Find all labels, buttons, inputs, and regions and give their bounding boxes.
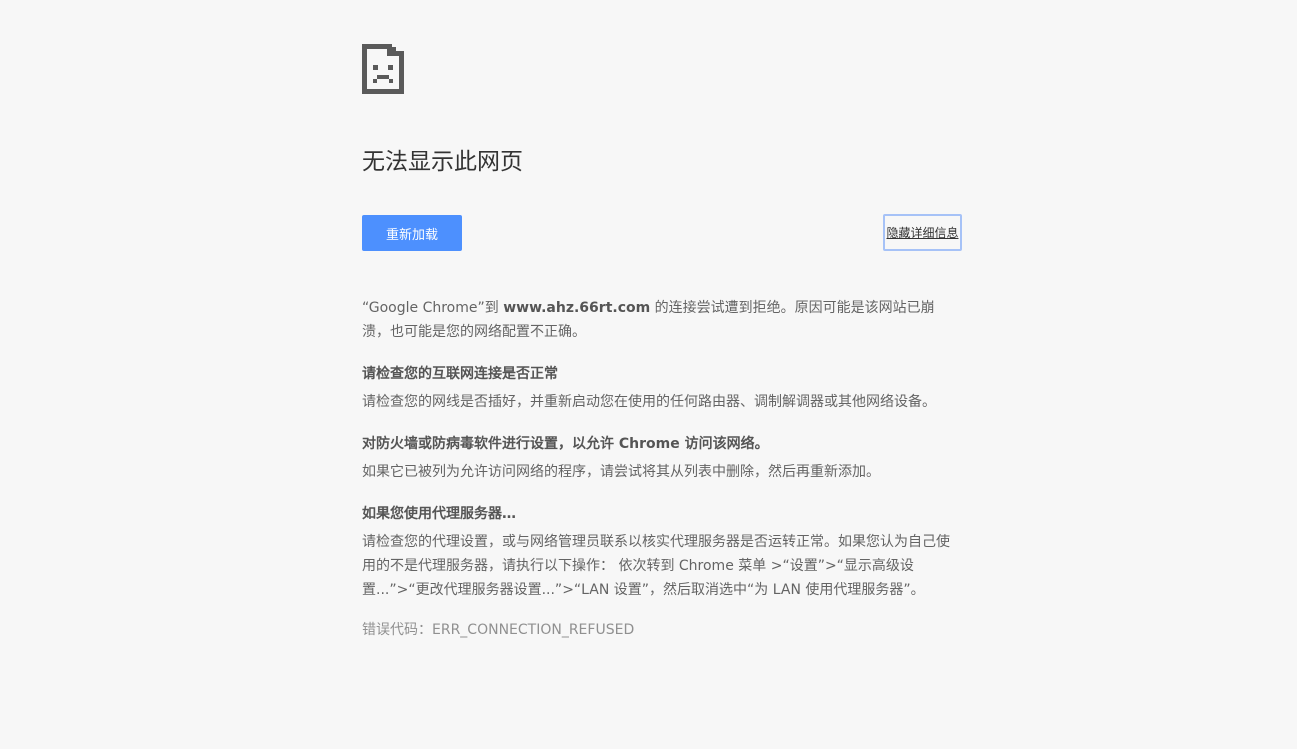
hide-details-button[interactable]: 隐藏详细信息 — [883, 214, 962, 251]
summary-host: www.ahz.66rt.com — [503, 300, 651, 316]
section-heading-firewall: 对防火墙或防病毒软件进行设置，以允许 Chrome 访问该网络。 — [362, 436, 769, 452]
error-details: “Google Chrome”到 www.ahz.66rt.com 的连接尝试遭… — [362, 296, 962, 642]
section-heading-connection: 请检查您的互联网连接是否正常 — [362, 366, 558, 382]
section-body-proxy: 请检查您的代理设置，或与网络管理员联系以核实代理服务器是否运转正常。如果您认为自… — [362, 534, 950, 598]
error-summary: “Google Chrome”到 www.ahz.66rt.com 的连接尝试遭… — [362, 296, 962, 344]
section-heading-proxy: 如果您使用代理服务器… — [362, 506, 516, 522]
reload-button[interactable]: 重新加载 — [362, 215, 462, 251]
section-body-connection: 请检查您的网线是否插好，并重新启动您在使用的任何路由器、调制解调器或其他网络设备… — [362, 394, 936, 410]
summary-prefix: “Google Chrome”到 — [362, 300, 504, 316]
section-body-firewall: 如果它已被列为允许访问网络的程序，请尝试将其从列表中删除，然后再重新添加。 — [362, 464, 880, 480]
sad-page-icon — [362, 44, 404, 94]
error-page: 无法显示此网页 重新加载 隐藏详细信息 “Google Chrome”到 www… — [362, 44, 962, 638]
error-code: 错误代码：ERR_CONNECTION_REFUSED — [362, 622, 635, 638]
page-title: 无法显示此网页 — [362, 149, 523, 175]
